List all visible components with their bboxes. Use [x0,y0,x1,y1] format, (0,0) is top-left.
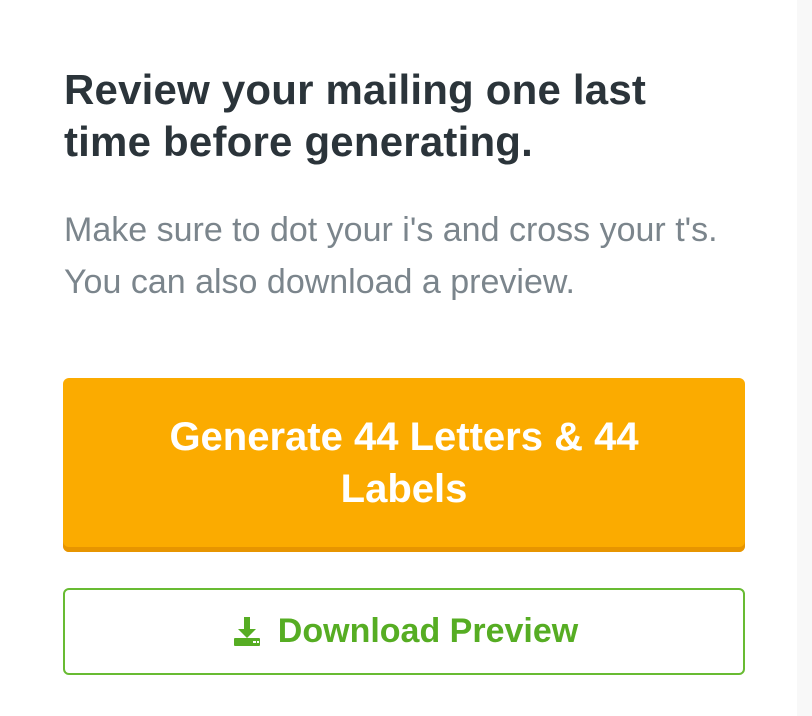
review-panel: Review your mailing one last time before… [0,0,797,716]
download-icon [230,614,264,648]
review-title: Review your mailing one last time before… [64,66,647,165]
review-subtitle: Make sure to dot your i's and cross your… [64,211,718,301]
download-preview-label: Download Preview [277,612,579,650]
download-preview-button[interactable]: Download Preview [63,588,745,675]
generate-button-label: Generate 44 Letters & 44 Labels [169,415,639,511]
generate-button[interactable]: Generate 44 Letters & 44 Labels [63,378,745,552]
